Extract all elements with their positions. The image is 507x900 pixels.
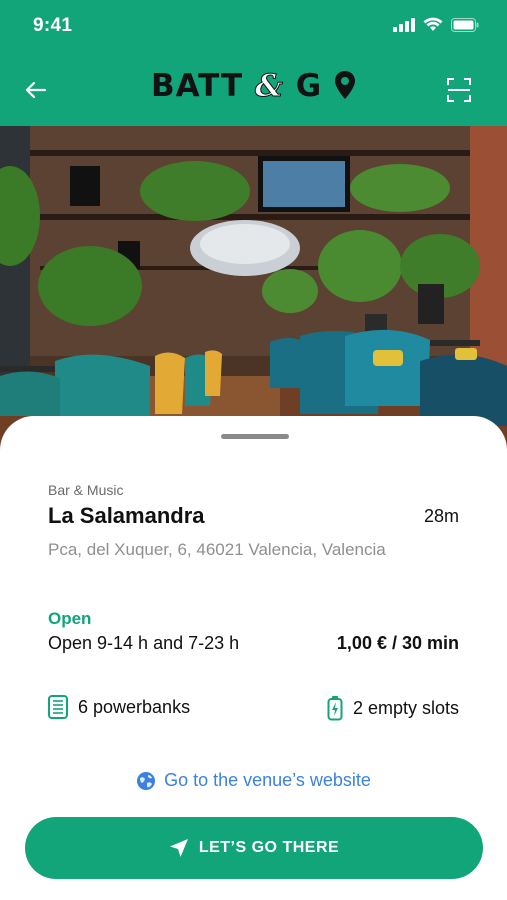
venue-category: Bar & Music bbox=[48, 482, 124, 498]
lets-go-there-label: LET’S GO THERE bbox=[198, 839, 340, 856]
powerbanks-count: 6 powerbanks bbox=[78, 696, 191, 717]
app-header: 9:41 BATT & G bbox=[0, 0, 507, 126]
lets-go-there-button[interactable]: LET’S GO THERE bbox=[25, 817, 483, 879]
battery-status-icon bbox=[451, 17, 479, 32]
scan-icon bbox=[447, 78, 471, 102]
empty-slots-stat: 2 empty slots bbox=[327, 695, 459, 721]
wifi-icon bbox=[423, 17, 443, 31]
navigation-icon bbox=[169, 839, 188, 857]
status-time: 9:41 bbox=[33, 15, 73, 36]
venue-website-link[interactable]: Go to the venue’s website bbox=[0, 770, 507, 791]
powerbanks-stat: 6 powerbanks bbox=[48, 695, 190, 719]
powerbank-icon bbox=[48, 695, 68, 719]
venue-photo bbox=[0, 126, 507, 456]
venue-details-sheet: Bar & Music La Salamandra 28m Pca, del X… bbox=[0, 416, 507, 900]
scan-button[interactable] bbox=[445, 76, 473, 104]
venue-address: Pca, del Xuquer, 6, 46021 Valencia, Vale… bbox=[48, 540, 386, 559]
app-logo: BATT & G bbox=[0, 68, 507, 105]
venue-distance: 28m bbox=[423, 506, 459, 526]
sheet-drag-handle[interactable] bbox=[221, 434, 289, 439]
venue-photo-illustration bbox=[0, 126, 507, 456]
logo-text-right: G bbox=[295, 68, 323, 104]
rental-price: 1,00 € / 30 min bbox=[336, 633, 459, 653]
logo-text-left: BATT bbox=[150, 68, 244, 104]
status-bar: 9:41 bbox=[0, 0, 507, 54]
location-pin-icon bbox=[335, 71, 356, 99]
opening-hours: Open 9-14 h and 7-23 h bbox=[48, 633, 240, 653]
logo-amp: & bbox=[254, 68, 284, 105]
signal-icon bbox=[393, 17, 415, 32]
venue-website-label: Go to the venue’s website bbox=[164, 770, 371, 790]
battery-icon bbox=[327, 696, 343, 721]
globe-icon bbox=[137, 771, 156, 790]
open-status: Open bbox=[48, 609, 92, 628]
nav-bar: BATT & G bbox=[0, 62, 507, 118]
status-icons bbox=[393, 17, 479, 32]
empty-slots-count: 2 empty slots bbox=[352, 697, 459, 718]
venue-name: La Salamandra bbox=[48, 503, 205, 528]
